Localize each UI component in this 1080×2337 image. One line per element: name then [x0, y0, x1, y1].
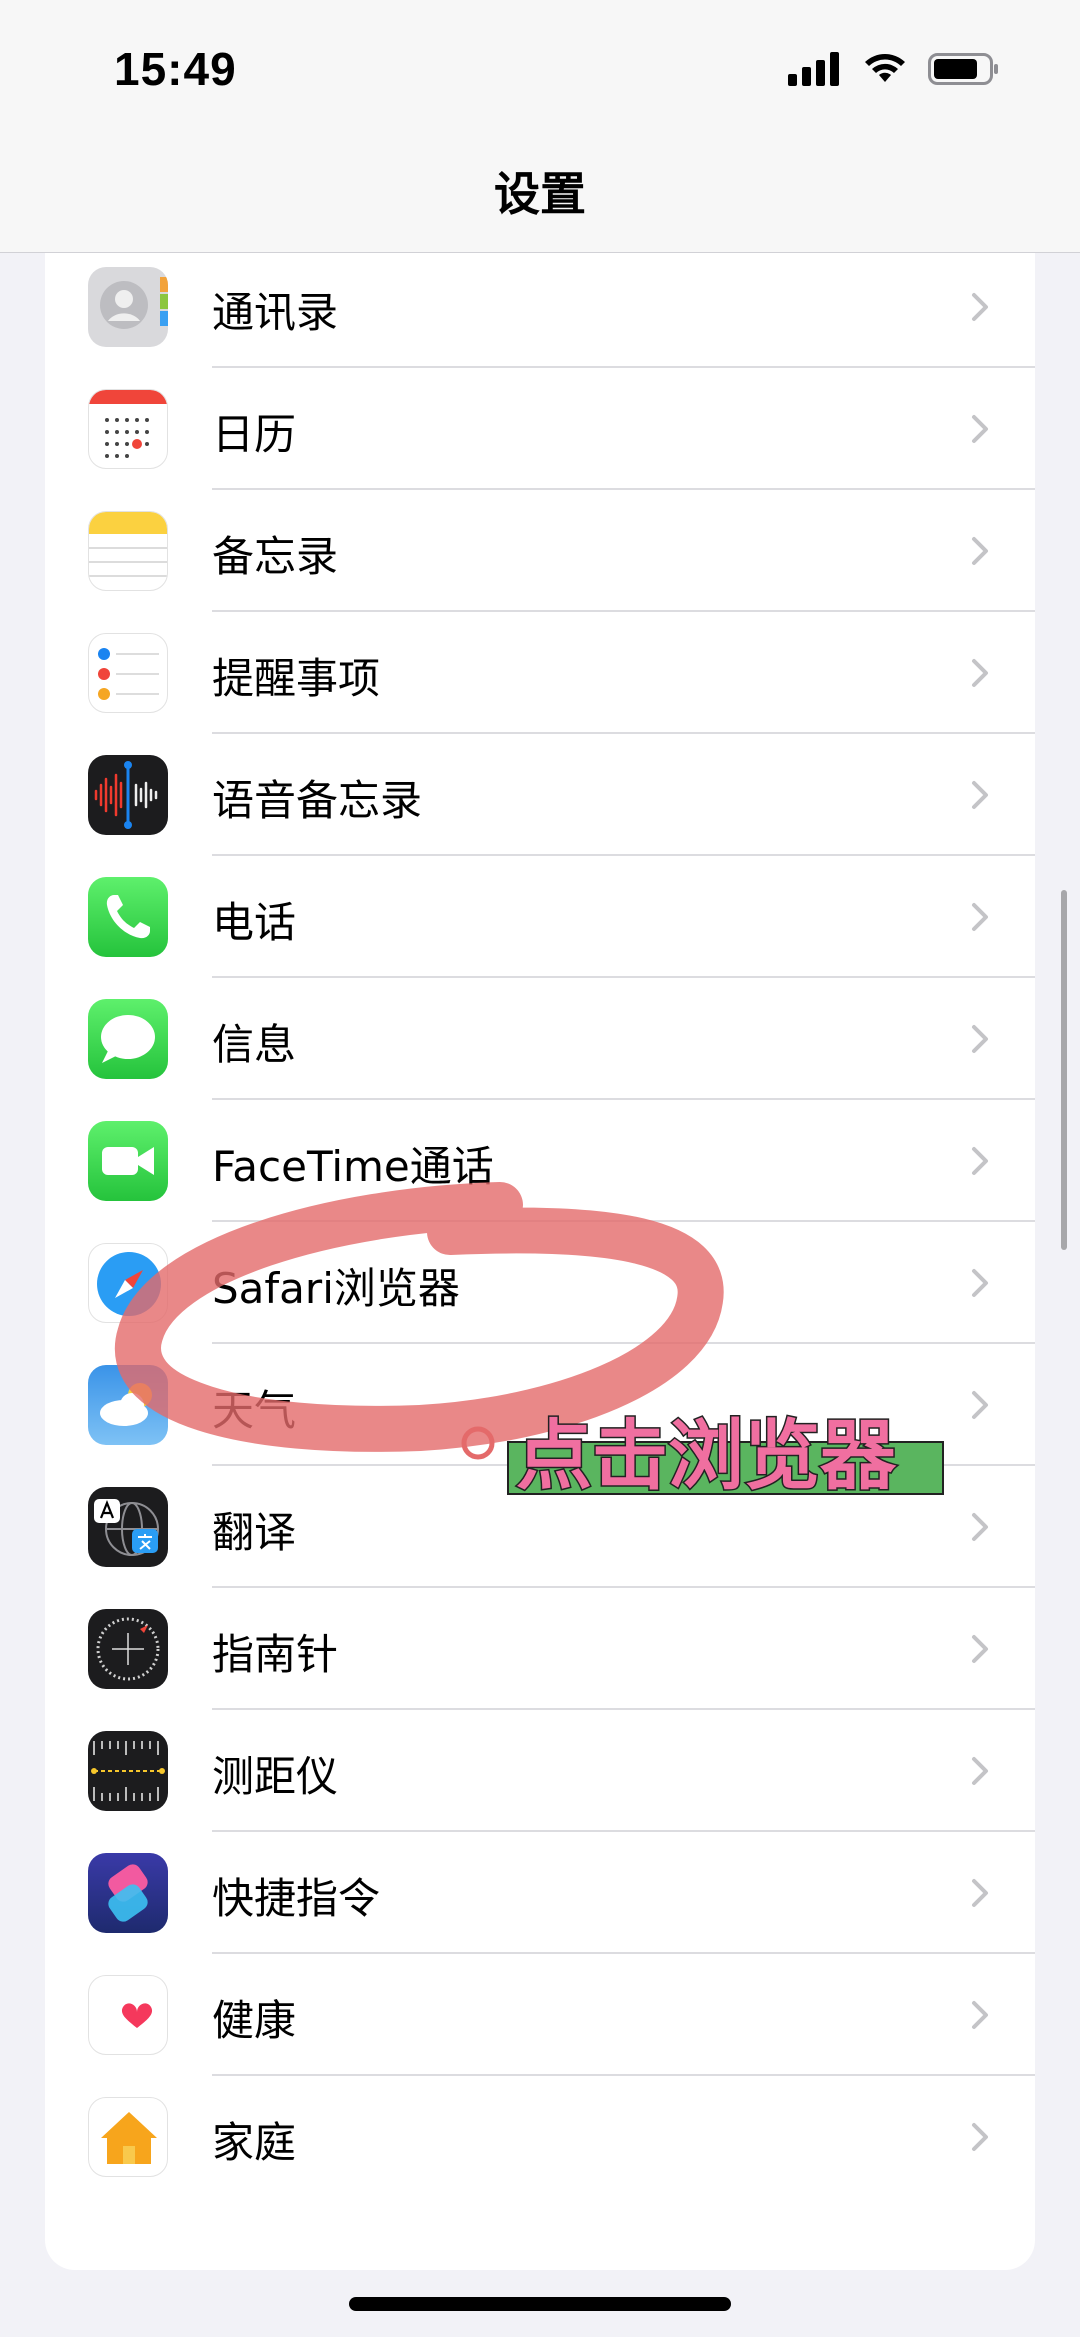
- settings-item-home[interactable]: 家庭: [45, 2076, 1035, 2198]
- settings-item-label: 指南针: [212, 1630, 339, 1679]
- chevron-right-icon: [972, 1513, 988, 1541]
- home-icon: [88, 2097, 168, 2177]
- settings-item-safari[interactable]: Safari浏览器: [45, 1222, 1035, 1344]
- settings-item-shortcuts[interactable]: 快捷指令: [45, 1832, 1035, 1954]
- translate-icon: [88, 1487, 168, 1567]
- scroll-indicator[interactable]: [1061, 890, 1067, 1250]
- chevron-right-icon: [972, 1391, 988, 1419]
- chevron-right-icon: [972, 659, 988, 687]
- settings-list: 邮件 通讯录 日历: [45, 170, 1035, 2270]
- settings-item-translate[interactable]: 翻译: [45, 1466, 1035, 1588]
- health-icon: [88, 1975, 168, 2055]
- chevron-right-icon: [972, 1269, 988, 1297]
- settings-item-label: Safari浏览器: [212, 1264, 460, 1313]
- compass-icon: [88, 1609, 168, 1689]
- settings-item-label: 天气: [212, 1386, 297, 1435]
- status-bar: 15:49: [0, 0, 1080, 140]
- settings-item-calendar[interactable]: 日历: [45, 368, 1035, 490]
- settings-item-facetime[interactable]: FaceTime通话: [45, 1100, 1035, 1222]
- settings-item-voice-memos[interactable]: 语音备忘录: [45, 734, 1035, 856]
- navigation-bar: 设置: [0, 140, 1080, 253]
- settings-item-measure[interactable]: 测距仪: [45, 1710, 1035, 1832]
- chevron-right-icon: [972, 415, 988, 443]
- chevron-right-icon: [972, 903, 988, 931]
- chevron-right-icon: [972, 1757, 988, 1785]
- settings-item-label: 语音备忘录: [212, 776, 423, 825]
- chevron-right-icon: [972, 2123, 988, 2151]
- settings-item-label: 快捷指令: [212, 1874, 381, 1923]
- settings-item-label: 信息: [212, 1020, 297, 1069]
- contacts-icon: [88, 267, 168, 347]
- settings-item-label: 健康: [212, 1996, 297, 2045]
- settings-item-label: 日历: [212, 410, 297, 459]
- phone-icon: [88, 877, 168, 957]
- chevron-right-icon: [972, 2001, 988, 2029]
- settings-item-phone[interactable]: 电话: [45, 856, 1035, 978]
- settings-item-health[interactable]: 健康: [45, 1954, 1035, 2076]
- battery-icon: [928, 53, 998, 85]
- safari-icon: [88, 1243, 168, 1323]
- settings-item-weather[interactable]: 天气: [45, 1344, 1035, 1466]
- facetime-icon: [88, 1121, 168, 1201]
- settings-item-messages[interactable]: 信息: [45, 978, 1035, 1100]
- calendar-icon: [88, 389, 168, 469]
- settings-item-notes[interactable]: 备忘录: [45, 490, 1035, 612]
- chevron-right-icon: [972, 1025, 988, 1053]
- settings-item-label: FaceTime通话: [212, 1142, 494, 1191]
- reminders-icon: [88, 633, 168, 713]
- messages-icon: [88, 999, 168, 1079]
- settings-item-contacts[interactable]: 通讯录: [45, 246, 1035, 368]
- settings-item-label: 通讯录: [212, 288, 339, 337]
- shortcuts-icon: [88, 1853, 168, 1933]
- chevron-right-icon: [972, 293, 988, 321]
- chevron-right-icon: [972, 781, 988, 809]
- chevron-right-icon: [972, 1879, 988, 1907]
- settings-item-label: 家庭: [212, 2118, 297, 2167]
- measure-icon: [88, 1731, 168, 1811]
- voice-memos-icon: [88, 755, 168, 835]
- weather-icon: [88, 1365, 168, 1445]
- page-title: 设置: [494, 167, 586, 221]
- chevron-right-icon: [972, 1147, 988, 1175]
- settings-item-reminders[interactable]: 提醒事项: [45, 612, 1035, 734]
- settings-item-label: 测距仪: [212, 1752, 339, 1801]
- chevron-right-icon: [972, 1635, 988, 1663]
- status-icons: [788, 52, 1000, 86]
- settings-item-label: 电话: [212, 898, 297, 947]
- home-indicator[interactable]: [349, 2297, 731, 2311]
- cellular-signal-icon: [788, 52, 839, 86]
- settings-item-label: 提醒事项: [212, 654, 381, 703]
- settings-item-label: 翻译: [212, 1508, 297, 1557]
- chevron-right-icon: [972, 537, 988, 565]
- status-time: 15:49: [114, 43, 237, 95]
- settings-item-compass[interactable]: 指南针: [45, 1588, 1035, 1710]
- wifi-icon: [865, 54, 905, 82]
- notes-icon: [88, 511, 168, 591]
- settings-item-label: 备忘录: [212, 532, 339, 581]
